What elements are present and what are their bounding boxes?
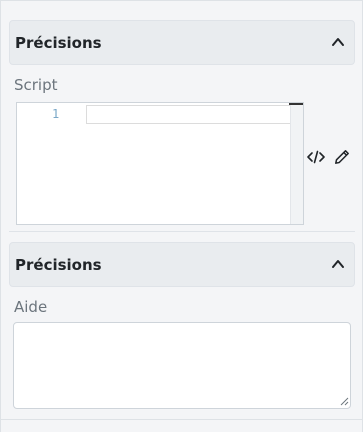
script-editor[interactable]: 1 xyxy=(16,102,304,225)
code-button[interactable] xyxy=(306,147,326,167)
help-textarea[interactable] xyxy=(13,322,351,409)
section-title: Précisions xyxy=(15,33,102,52)
code-icon xyxy=(307,150,325,164)
edit-button[interactable] xyxy=(332,147,352,167)
editor-active-line[interactable] xyxy=(86,105,292,124)
line-number: 1 xyxy=(52,107,60,121)
section-title: Précisions xyxy=(15,255,102,274)
editor-scrollbar[interactable] xyxy=(290,103,303,224)
section-header-help[interactable]: Précisions xyxy=(9,242,355,287)
editor-scrollbar-thumb[interactable] xyxy=(289,103,303,105)
chevron-up-icon[interactable] xyxy=(331,35,345,49)
panel-bottom-border xyxy=(1,419,363,420)
pencil-icon xyxy=(335,150,349,164)
script-label: Script xyxy=(14,76,58,94)
help-label: Aide xyxy=(14,298,48,316)
chevron-up-icon[interactable] xyxy=(331,257,345,271)
properties-panel: Précisions Script 1 Précisions Aide xyxy=(0,0,363,432)
section-header-script[interactable]: Précisions xyxy=(9,20,355,65)
resize-handle-icon[interactable] xyxy=(339,396,349,406)
section-divider xyxy=(9,231,355,232)
